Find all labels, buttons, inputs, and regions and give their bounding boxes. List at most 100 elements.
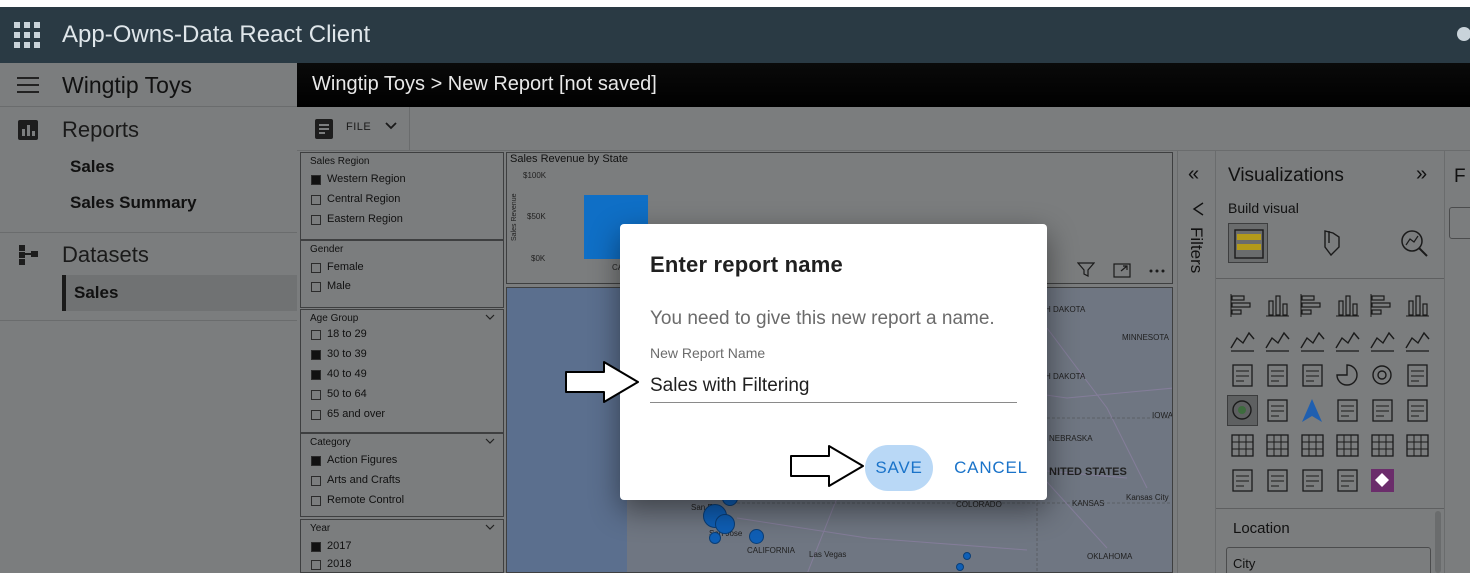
waterfall-chart-icon[interactable] [1228,361,1257,390]
fields-pane: F [1444,151,1470,573]
fields-search-input[interactable] [1449,207,1470,239]
chevron-down-icon[interactable] [485,436,495,446]
analytics-tab[interactable] [1394,223,1434,263]
collapse-filters-icon[interactable]: « [1188,163,1199,186]
format-brush-icon [1324,230,1340,257]
pane-scrollbar[interactable] [1435,511,1441,573]
stacked-area-chart-icon[interactable] [1298,326,1327,355]
report-name-label: New Report Name [650,345,766,361]
filters-pane-label: Filters [1187,227,1206,274]
paginated-report-icon[interactable] [1333,466,1362,495]
map-label: H DAKOTA [1045,305,1086,314]
map-icon[interactable] [1227,395,1258,426]
workspace-name: Wingtip Toys [62,72,192,98]
chart-y-tick: $0K [531,254,546,263]
build-visual-tab[interactable] [1228,223,1268,263]
chevron-down-icon[interactable] [485,312,495,322]
matrix-icon[interactable] [1333,431,1362,460]
slicer-year[interactable]: Year 2017 2018 [300,519,504,573]
field-well-value: City [1233,556,1256,571]
slicer-gender[interactable]: Gender Female Male [300,240,504,308]
map-bubble[interactable] [963,552,971,560]
line-clustered-column-icon[interactable] [1368,326,1397,355]
map-bubble[interactable] [749,529,764,544]
map-bubble[interactable] [956,563,964,571]
table-icon[interactable] [1298,431,1327,460]
expand-pane-icon[interactable]: » [1416,163,1427,186]
report-name-input[interactable] [650,369,1017,403]
pointer-arrow-icon [565,361,639,403]
focus-mode-icon[interactable] [1113,262,1131,278]
slicer-title: Gender [310,244,344,255]
map-bubble[interactable] [715,514,735,534]
map-label: KANSAS [1072,499,1105,508]
fields-pane-label: F [1454,166,1466,187]
chart-title: Sales Revenue by State [510,153,629,165]
area-chart-icon[interactable] [1263,326,1292,355]
chart-y-tick: $100K [523,171,547,180]
pie-chart-icon[interactable] [1333,361,1362,390]
map-label: CALIFORNIA [747,546,796,555]
filled-map-icon[interactable] [1263,396,1292,425]
slicer-sales-region[interactable]: Sales Region Western Region Central Regi… [300,152,504,240]
slicer-age-group[interactable]: Age Group 18 to 29 30 to 39 40 to 49 50 … [300,309,504,433]
nav-header: Wingtip Toys [0,63,297,107]
key-influencers-icon[interactable] [1403,431,1432,460]
trophy-icon[interactable] [1298,466,1327,495]
azure-map-icon[interactable] [1298,396,1327,425]
chevron-down-icon[interactable] [485,522,495,532]
stacked-column-chart-icon[interactable] [1263,291,1292,320]
clustered-column-chart-icon[interactable] [1333,291,1362,320]
format-visual-tab[interactable] [1311,223,1351,263]
app-launcher-icon[interactable] [14,22,40,48]
account-icon[interactable] [1457,27,1470,41]
visual-filter-icon[interactable] [1077,262,1095,278]
stacked-bar-chart-icon[interactable] [1228,291,1257,320]
visual-type-gallery [1227,291,1430,501]
file-menu-label: FILE [346,121,372,133]
nav-report-sales[interactable]: Sales [70,157,114,177]
location-field-well[interactable]: City [1226,547,1431,573]
chevron-down-icon [385,122,397,130]
qa-icon[interactable] [1228,466,1257,495]
card-icon[interactable] [1368,396,1397,425]
nav-report-sales-summary[interactable]: Sales Summary [70,193,197,213]
gauge-icon[interactable] [1333,396,1362,425]
ribbon-chart-icon[interactable] [1403,326,1432,355]
multi-row-card-icon[interactable] [1403,396,1432,425]
slicer-title: Category [310,437,351,448]
visualizations-pane: Visualizations » Build visual Location C… [1215,151,1445,573]
visualizations-title: Visualizations [1228,165,1344,186]
line-chart-icon[interactable] [1228,326,1257,355]
power-apps-icon[interactable] [1368,466,1397,495]
treemap-icon[interactable] [1403,361,1432,390]
map-label: OKLAHOMA [1087,552,1133,561]
kpi-icon[interactable] [1228,431,1257,460]
smart-narrative-icon[interactable] [1263,466,1292,495]
donut-chart-icon[interactable] [1368,361,1397,390]
line-column-chart-icon[interactable] [1333,326,1362,355]
nav-dataset-sales[interactable]: Sales [74,283,118,303]
clustered-bar-chart-icon[interactable] [1298,291,1327,320]
save-button[interactable]: SAVE [865,445,933,491]
filters-pane[interactable]: « Filters [1177,151,1215,573]
file-menu-button[interactable]: FILE [297,107,410,151]
map-label: NITED STATES [1049,466,1127,478]
map-label: IOWA [1152,411,1173,420]
slicer-icon[interactable] [1263,431,1292,460]
more-options-icon[interactable] [1148,262,1166,278]
cancel-button[interactable]: CANCEL [950,445,1032,491]
100-bar-chart-icon[interactable] [1368,291,1397,320]
100-column-chart-icon[interactable] [1403,291,1432,320]
decomposition-tree-icon[interactable] [1368,431,1397,460]
slicer-title: Age Group [310,313,359,324]
report-toolbar: FILE [297,107,1470,151]
menu-icon[interactable] [17,77,39,93]
dialog-title: Enter report name [650,252,843,277]
funnel-chart-icon[interactable] [1263,361,1292,390]
map-bubble[interactable] [709,532,721,544]
slicer-category[interactable]: Category Action Figures Arts and Crafts … [300,433,504,517]
map-label: H DAKOTA [1045,372,1086,381]
nav-divider [0,320,297,321]
scatter-chart-icon[interactable] [1298,361,1327,390]
